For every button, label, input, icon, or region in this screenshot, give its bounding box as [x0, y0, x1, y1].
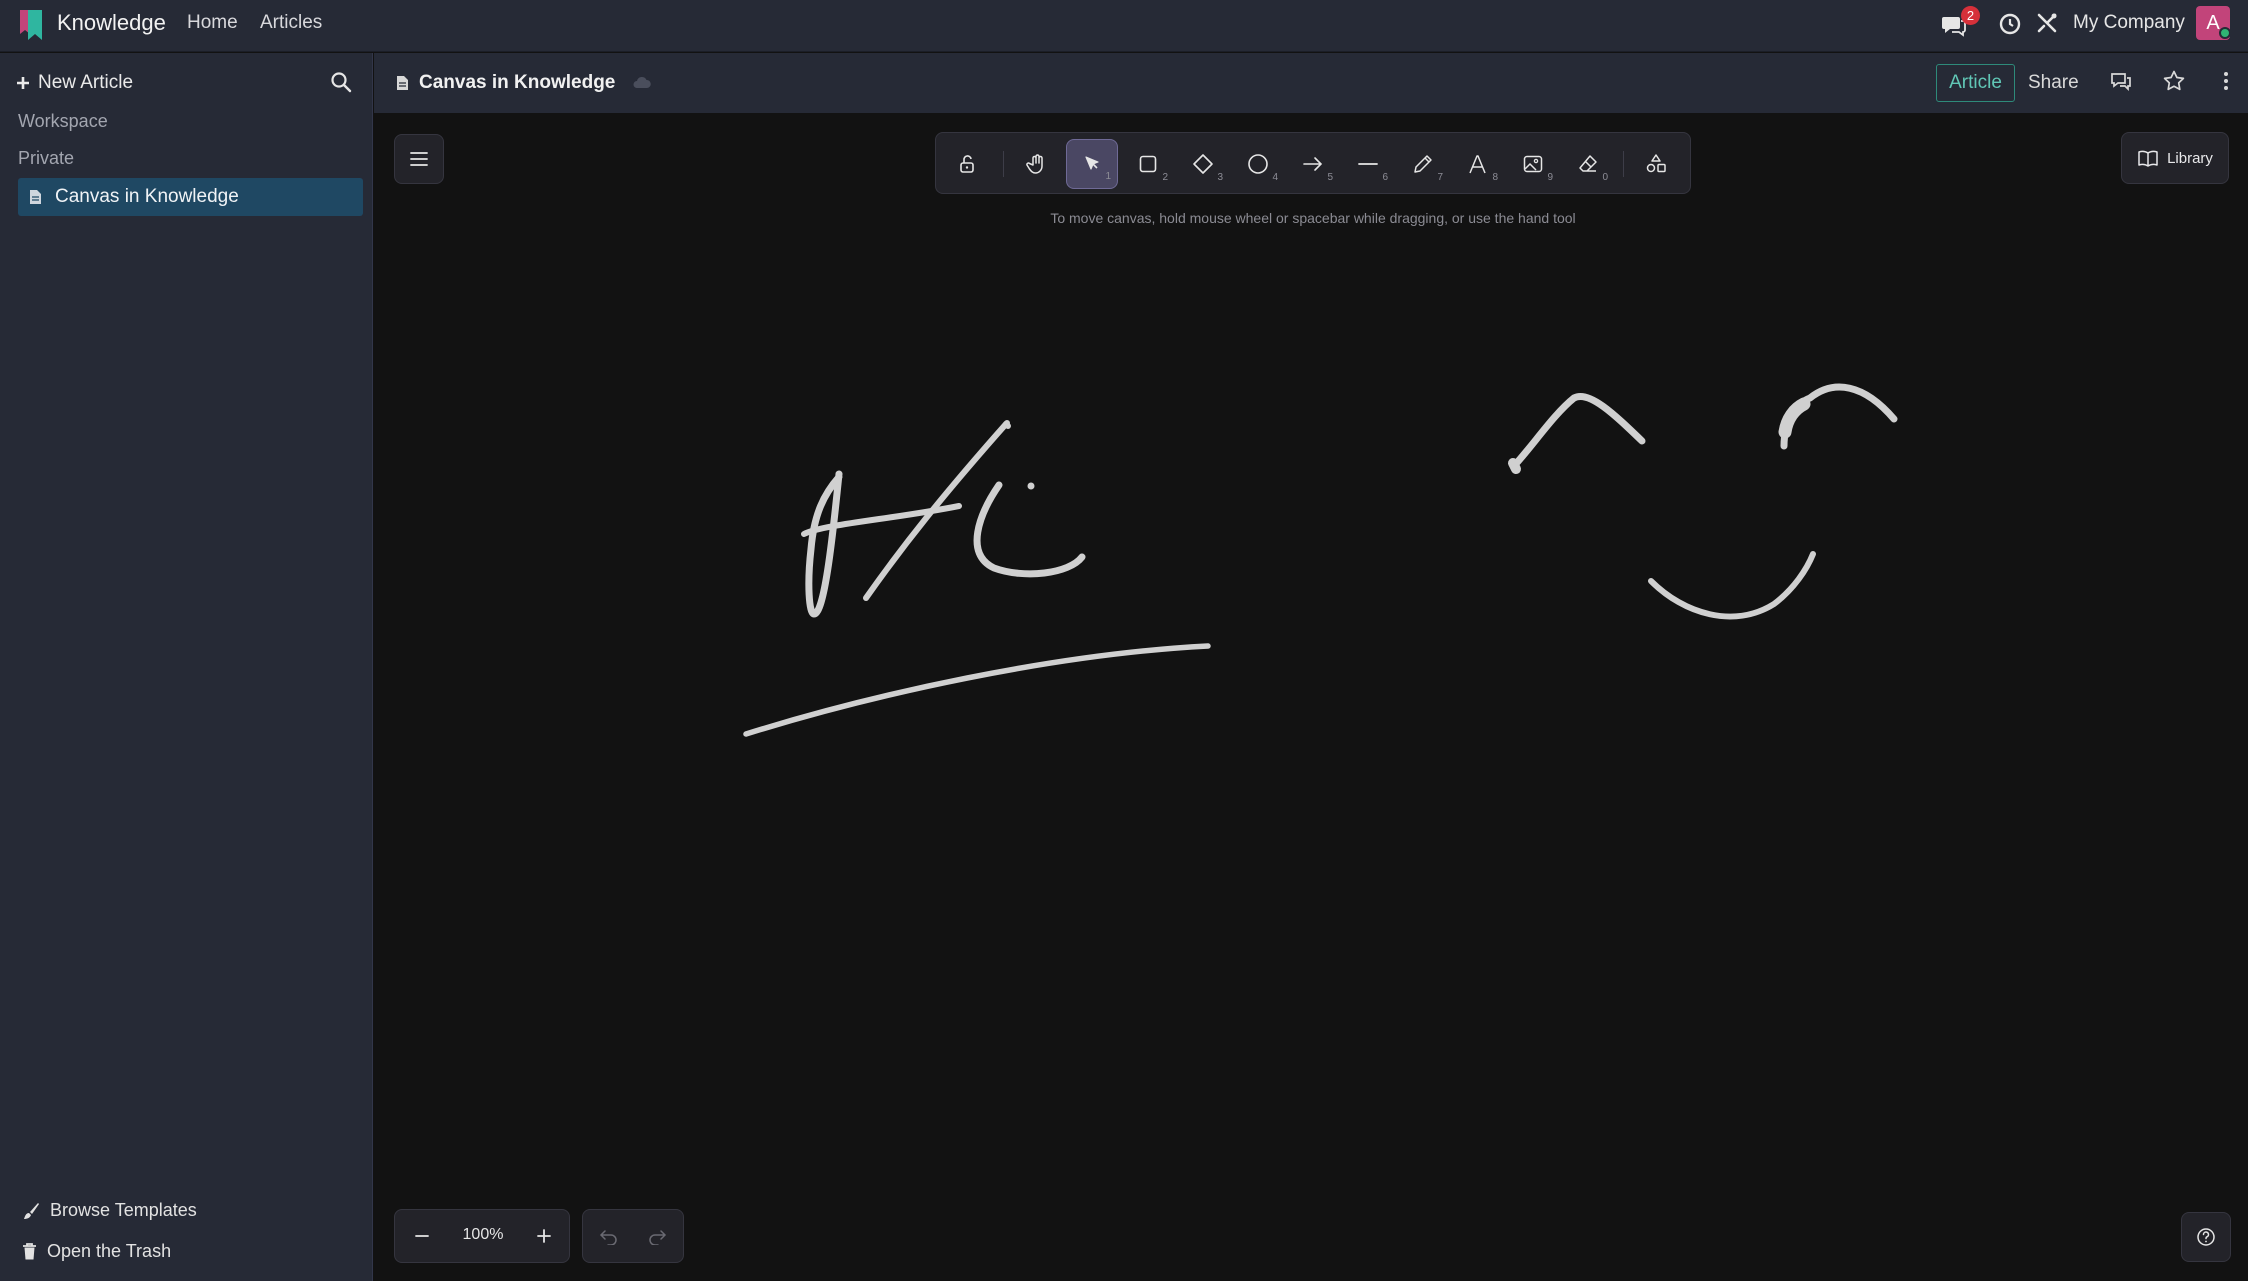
selection-icon	[1085, 156, 1099, 170]
shortcut-number: 8	[1492, 172, 1498, 183]
knowledge-logo-icon[interactable]	[18, 8, 44, 42]
shortcut-number: 0	[1602, 172, 1608, 183]
top-navbar: Knowledge Home Articles 2 My Company A	[0, 0, 2248, 52]
activity-clock-icon[interactable]	[1998, 12, 2022, 36]
rectangle-icon	[1139, 155, 1157, 173]
shortcut-number: 6	[1382, 172, 1388, 183]
new-article-label: New Article	[38, 72, 134, 93]
plus-icon	[537, 1229, 551, 1243]
debug-tools-icon[interactable]	[2035, 11, 2059, 35]
company-switcher[interactable]: My Company	[2073, 12, 2185, 34]
lock-tool[interactable]	[941, 139, 993, 189]
pencil-tool[interactable]: 7	[1397, 139, 1449, 189]
canvas-menu-button[interactable]	[394, 134, 444, 184]
cloud-saved-icon	[633, 76, 652, 88]
browse-templates-link[interactable]: Browse Templates	[22, 1200, 197, 1221]
image-tool[interactable]: 9	[1507, 139, 1559, 189]
more-options-icon[interactable]	[2214, 69, 2238, 93]
redo-icon	[649, 1230, 667, 1245]
ellipse-tool[interactable]: 4	[1232, 139, 1284, 189]
help-icon	[2197, 1228, 2215, 1246]
article-header: Canvas in Knowledge Article Share	[374, 53, 2248, 113]
hand-tool[interactable]	[1011, 139, 1063, 189]
zoom-in-button[interactable]	[530, 1222, 558, 1250]
article-button[interactable]: Article	[1936, 64, 2015, 102]
presence-status-icon	[2219, 27, 2231, 39]
diamond-tool[interactable]: 3	[1177, 139, 1229, 189]
eraser-icon	[1579, 155, 1597, 172]
image-icon	[1523, 155, 1543, 173]
plus-icon	[17, 77, 29, 89]
new-article-button[interactable]: New Article	[16, 72, 133, 94]
shortcut-number: 9	[1547, 172, 1553, 183]
zoom-controls: 100%	[394, 1209, 570, 1263]
lock-icon	[960, 155, 974, 173]
comments-icon[interactable]	[2109, 69, 2133, 93]
line-icon	[1358, 163, 1378, 165]
shapes-icon	[1646, 154, 1666, 173]
toolbar-separator	[1003, 151, 1004, 177]
share-button[interactable]: Share	[2028, 72, 2079, 94]
book-icon	[2138, 150, 2158, 167]
open-trash-link[interactable]: Open the Trash	[22, 1241, 171, 1262]
article-title-text: Canvas in Knowledge	[419, 72, 616, 93]
undo-button[interactable]	[595, 1223, 623, 1251]
shortcut-number: 3	[1217, 172, 1223, 183]
toolbar-separator	[1623, 151, 1624, 177]
nav-articles[interactable]: Articles	[260, 12, 322, 34]
freehand-drawing[interactable]	[374, 114, 2248, 1281]
messages-badge: 2	[1961, 6, 1980, 25]
app-name[interactable]: Knowledge	[57, 10, 166, 36]
ellipse-icon	[1248, 154, 1268, 174]
shortcut-number: 7	[1437, 172, 1443, 183]
document-icon	[30, 190, 41, 204]
section-private[interactable]: Private	[18, 148, 74, 169]
minus-icon	[415, 1235, 429, 1237]
article-title[interactable]: Canvas in Knowledge	[396, 72, 652, 94]
library-button[interactable]: Library	[2121, 132, 2229, 184]
eraser-tool[interactable]: 0	[1562, 139, 1614, 189]
pencil-icon	[1414, 155, 1432, 173]
text-tool[interactable]: 8	[1452, 139, 1504, 189]
shortcut-number: 2	[1162, 172, 1168, 183]
text-icon	[1469, 155, 1486, 174]
shortcut-number: 1	[1105, 171, 1111, 182]
hand-icon	[1026, 154, 1043, 174]
nav-home[interactable]: Home	[187, 12, 238, 34]
sidebar: New Article Workspace Private Canvas in …	[0, 53, 373, 1281]
favorite-star-icon[interactable]	[2162, 69, 2186, 93]
browse-templates-label: Browse Templates	[50, 1200, 197, 1220]
redo-button[interactable]	[643, 1223, 671, 1251]
section-workspace[interactable]: Workspace	[18, 111, 108, 132]
history-controls	[582, 1209, 684, 1263]
arrow-tool[interactable]: 5	[1287, 139, 1339, 189]
sidebar-item-canvas-in-knowledge[interactable]: Canvas in Knowledge	[18, 178, 363, 216]
library-label: Library	[2167, 149, 2213, 167]
trash-icon	[23, 1243, 36, 1260]
diamond-icon	[1193, 154, 1213, 174]
drawing-canvas[interactable]: 1 2 3 4 5 6 7 8 9 0 To move canvas, hold…	[374, 114, 2248, 1281]
shortcut-number: 5	[1327, 172, 1333, 183]
search-icon[interactable]	[330, 71, 352, 93]
sidebar-item-label: Canvas in Knowledge	[55, 186, 239, 207]
drawing-toolbar: 1 2 3 4 5 6 7 8 9 0	[935, 132, 1691, 194]
hamburger-menu-icon	[410, 152, 428, 166]
selection-tool[interactable]: 1	[1066, 139, 1118, 189]
canvas-hint: To move canvas, hold mouse wheel or spac…	[1050, 210, 1576, 226]
help-button[interactable]	[2181, 1212, 2231, 1262]
undo-icon	[599, 1230, 617, 1245]
shortcut-number: 4	[1272, 172, 1278, 183]
arrow-icon	[1303, 157, 1323, 171]
zoom-out-button[interactable]	[408, 1222, 436, 1250]
zoom-level[interactable]: 100%	[453, 1226, 513, 1244]
rectangle-tool[interactable]: 2	[1122, 139, 1174, 189]
line-tool[interactable]: 6	[1342, 139, 1394, 189]
open-trash-label: Open the Trash	[47, 1241, 172, 1261]
more-shapes-tool[interactable]	[1630, 139, 1682, 189]
paintbrush-icon	[24, 1202, 39, 1219]
document-icon	[397, 76, 408, 90]
